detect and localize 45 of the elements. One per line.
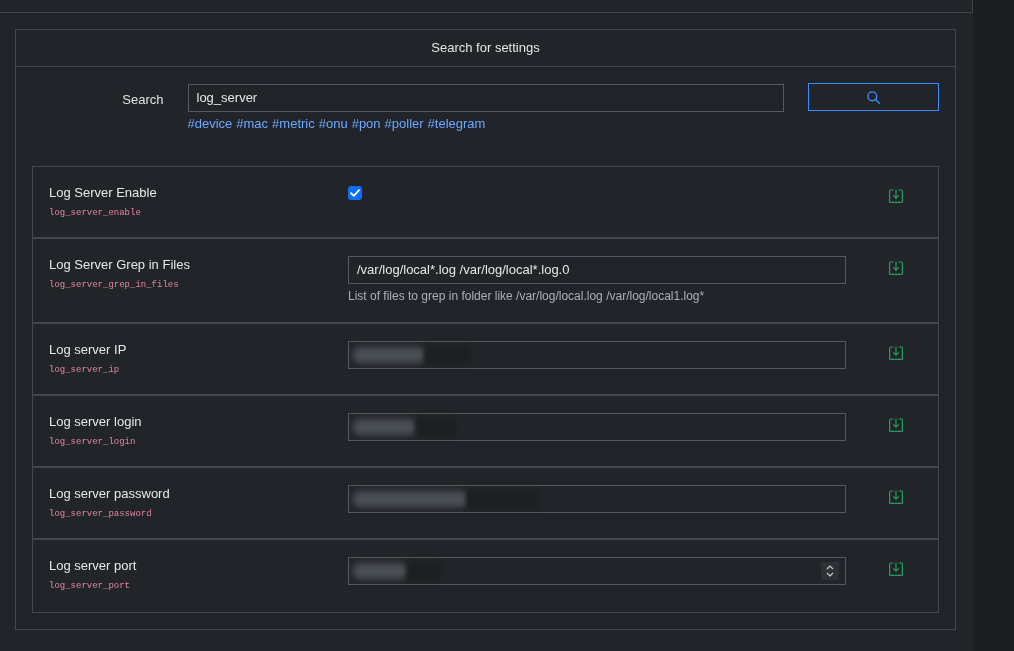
arrow-into-box-icon [889,189,903,203]
setting-title: Log server password [49,485,171,503]
setting-key: log_server_port [49,580,348,592]
setting-key: log_server_enable [49,207,348,219]
tag-link[interactable]: #mac [236,116,269,132]
arrow-into-box-icon [889,346,903,360]
save-button[interactable] [889,418,903,432]
setting-title: Log server IP [49,341,128,359]
save-button[interactable] [889,261,903,275]
tag-link[interactable]: #pon [351,116,381,132]
setting-title: Log server login [49,413,143,431]
arrow-into-box-icon [889,418,903,432]
tag-link[interactable]: #poller [384,116,424,132]
input-field[interactable] [348,341,846,369]
tag-link[interactable]: #telegram [427,116,486,132]
input-field[interactable]: /var/log/local*.log /var/log/local*.log.0 [348,256,846,284]
setting-title: Log server port [49,557,138,575]
panel-title: Search for settings [431,39,540,58]
save-button[interactable] [889,189,903,203]
tag-link[interactable]: #device [187,116,233,132]
setting-key: log_server_login [49,436,348,448]
arrow-into-box-icon [889,261,903,275]
setting-title: Log Server Enable [49,184,158,202]
search-icon [866,90,880,104]
setting-key: log_server_ip [49,364,348,376]
save-button[interactable] [889,490,903,504]
input-field[interactable] [348,485,846,513]
search-label: Search [122,91,164,109]
setting-key: log_server_password [49,508,348,520]
setting-title: Log Server Grep in Files [49,256,191,274]
search-button[interactable] [807,83,939,111]
tag-link[interactable]: #onu [318,116,348,132]
arrow-into-box-icon [889,562,903,576]
spinner-arrows-icon[interactable] [821,562,839,580]
checkbox[interactable] [348,186,362,200]
save-button[interactable] [889,346,903,360]
input-field[interactable] [348,557,846,585]
save-button[interactable] [889,562,903,576]
arrow-into-box-icon [889,490,903,504]
search-field[interactable]: log_server [187,84,784,112]
checkmark-icon [350,189,360,197]
tag-link[interactable]: #metric [272,116,315,132]
input-field[interactable] [348,413,846,441]
help-text: List of files to grep in folder like /var/log/local.log /var/log/local1.log* [348,289,706,304]
setting-key: log_server_grep_in_files [49,279,348,291]
